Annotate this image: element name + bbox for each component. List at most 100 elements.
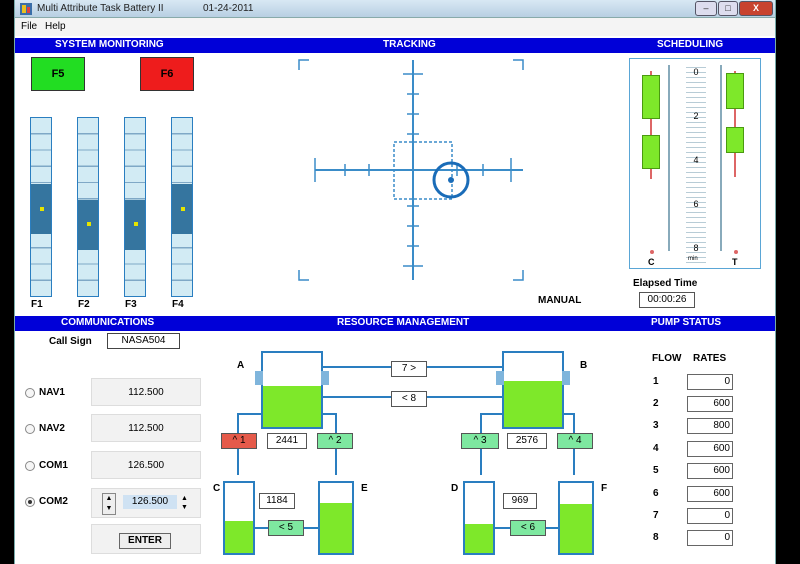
- radio-button-nav2[interactable]: [25, 424, 35, 434]
- tank-e-label: E: [361, 483, 368, 494]
- tank-f-fluid: [560, 504, 592, 553]
- radio-label-com1: COM1: [39, 460, 68, 471]
- spin-button-left[interactable]: ▲ ▼: [102, 493, 116, 515]
- tank-a-marker-right: [321, 371, 329, 385]
- pump-rate-5: 600: [687, 463, 733, 479]
- sched-tick-4: 4: [693, 155, 699, 165]
- tank-c-fluid: [225, 520, 253, 553]
- spin-button-right[interactable]: ▲ ▼: [181, 494, 191, 512]
- spin-down-icon: ▼: [181, 504, 188, 511]
- call-sign-label: Call Sign: [49, 336, 92, 347]
- gauge-f2[interactable]: [77, 117, 99, 297]
- menu-file[interactable]: File: [21, 21, 37, 32]
- tank-a-amount: 2441: [267, 433, 307, 449]
- flow-header: FLOW: [652, 353, 682, 364]
- gauge-label-f3: F3: [125, 299, 137, 310]
- pump-4-button[interactable]: ^ 4: [557, 433, 593, 449]
- gauge-indicator: [181, 207, 185, 211]
- freq-input-com2[interactable]: 126.500: [123, 495, 177, 509]
- pump-num-2: 2: [653, 398, 659, 409]
- pump-8-button[interactable]: < 8: [391, 391, 427, 407]
- gauge-f1[interactable]: [30, 117, 52, 297]
- gauge-label-f1: F1: [31, 299, 43, 310]
- pump-num-8: 8: [653, 532, 659, 543]
- tank-b-amount: 2576: [507, 433, 547, 449]
- tracking-crosshair: [315, 60, 523, 280]
- top-section-bar: SYSTEM MONITORING TRACKING SCHEDULING: [15, 38, 775, 53]
- tank-e-fluid: [320, 502, 352, 553]
- gauge-indicator: [87, 222, 91, 226]
- gauge-f3[interactable]: [124, 117, 146, 297]
- schedule-guide-left: [668, 65, 670, 251]
- pump-2-button[interactable]: ^ 2: [317, 433, 353, 449]
- radio-label-nav1: NAV1: [39, 387, 65, 398]
- gauge-indicator: [40, 207, 44, 211]
- pump-rate-8: 0: [687, 530, 733, 546]
- spin-down-icon: ▼: [105, 505, 113, 512]
- bottom-section-bar: COMMUNICATIONS RESOURCE MANAGEMENT PUMP …: [15, 316, 775, 331]
- tank-c-amount: 1184: [259, 493, 295, 509]
- tracking-timeline-label: T: [732, 257, 738, 267]
- sched-tick-2: 2: [693, 111, 699, 121]
- warning-label-f6: F6: [160, 68, 174, 80]
- tracking-event-2: [726, 127, 744, 153]
- tank-c-label: C: [213, 483, 221, 494]
- comm-event-1: [642, 75, 660, 119]
- pump-status-title: PUMP STATUS: [651, 317, 722, 328]
- tank-a-label: A: [237, 360, 245, 371]
- gauge-f4[interactable]: [171, 117, 193, 297]
- tracking-display[interactable]: [295, 56, 527, 284]
- comm-marker: [650, 250, 654, 254]
- pump-rate-6: 600: [687, 486, 733, 502]
- pump-7-button[interactable]: 7 >: [391, 361, 427, 377]
- gauge-label-f2: F2: [78, 299, 90, 310]
- sched-tick-6: 6: [693, 199, 699, 209]
- spin-up-icon: ▲: [181, 495, 188, 502]
- tank-d-fluid: [465, 523, 493, 553]
- tank-b-fluid: [504, 381, 562, 427]
- pump-num-1: 1: [653, 376, 659, 387]
- radio-button-nav1[interactable]: [25, 388, 35, 398]
- radio-label-nav2: NAV2: [39, 423, 65, 434]
- tank-b-label: B: [580, 360, 588, 371]
- radio-button-com2[interactable]: [25, 497, 35, 507]
- maximize-button[interactable]: □: [718, 1, 738, 16]
- sched-tick-0: 0: [693, 67, 699, 77]
- system-monitoring-title: SYSTEM MONITORING: [55, 39, 164, 50]
- pump-3-button[interactable]: ^ 3: [461, 433, 499, 449]
- comm-event-2: [642, 135, 660, 169]
- gauge-label-f4: F4: [172, 299, 184, 310]
- tank-d-label: D: [451, 483, 459, 494]
- enter-button[interactable]: ENTER: [119, 533, 171, 549]
- pump-6-button[interactable]: < 6: [510, 520, 546, 536]
- tracking-event-1: [726, 73, 744, 109]
- warning-light-f5[interactable]: F5: [31, 57, 85, 91]
- close-button[interactable]: X: [739, 1, 773, 16]
- pump-rate-7: 0: [687, 508, 733, 524]
- tank-b: [502, 351, 564, 429]
- pump-num-5: 5: [653, 465, 659, 476]
- warning-light-f6[interactable]: F6: [140, 57, 194, 91]
- call-sign-value: NASA504: [107, 333, 180, 349]
- minimize-button[interactable]: –: [695, 1, 717, 16]
- pump-rate-2: 600: [687, 396, 733, 412]
- pump-num-7: 7: [653, 510, 659, 521]
- app-icon: [20, 3, 32, 15]
- menu-help[interactable]: Help: [45, 21, 66, 32]
- scheduling-title: SCHEDULING: [657, 39, 724, 50]
- elapsed-time-value: 00:00:26: [639, 292, 695, 308]
- schedule-guide-right: [720, 65, 722, 251]
- schedule-unit: min: [688, 256, 698, 262]
- pump-1-button[interactable]: ^ 1: [221, 433, 257, 449]
- elapsed-time-label: Elapsed Time: [633, 278, 698, 289]
- freq-display-nav2: 112.500: [91, 414, 201, 442]
- communications-title: COMMUNICATIONS: [61, 317, 155, 328]
- pump-5-button[interactable]: < 5: [268, 520, 304, 536]
- title-bar: Multi Attribute Task Battery II 01-24-20…: [15, 0, 775, 18]
- freq-display-com1: 126.500: [91, 451, 201, 479]
- radio-button-com1[interactable]: [25, 461, 35, 471]
- pump-num-6: 6: [653, 488, 659, 499]
- tracking-mode: MANUAL: [538, 295, 582, 306]
- tank-b-marker-left: [496, 371, 504, 385]
- window-date: 01-24-2011: [203, 3, 254, 14]
